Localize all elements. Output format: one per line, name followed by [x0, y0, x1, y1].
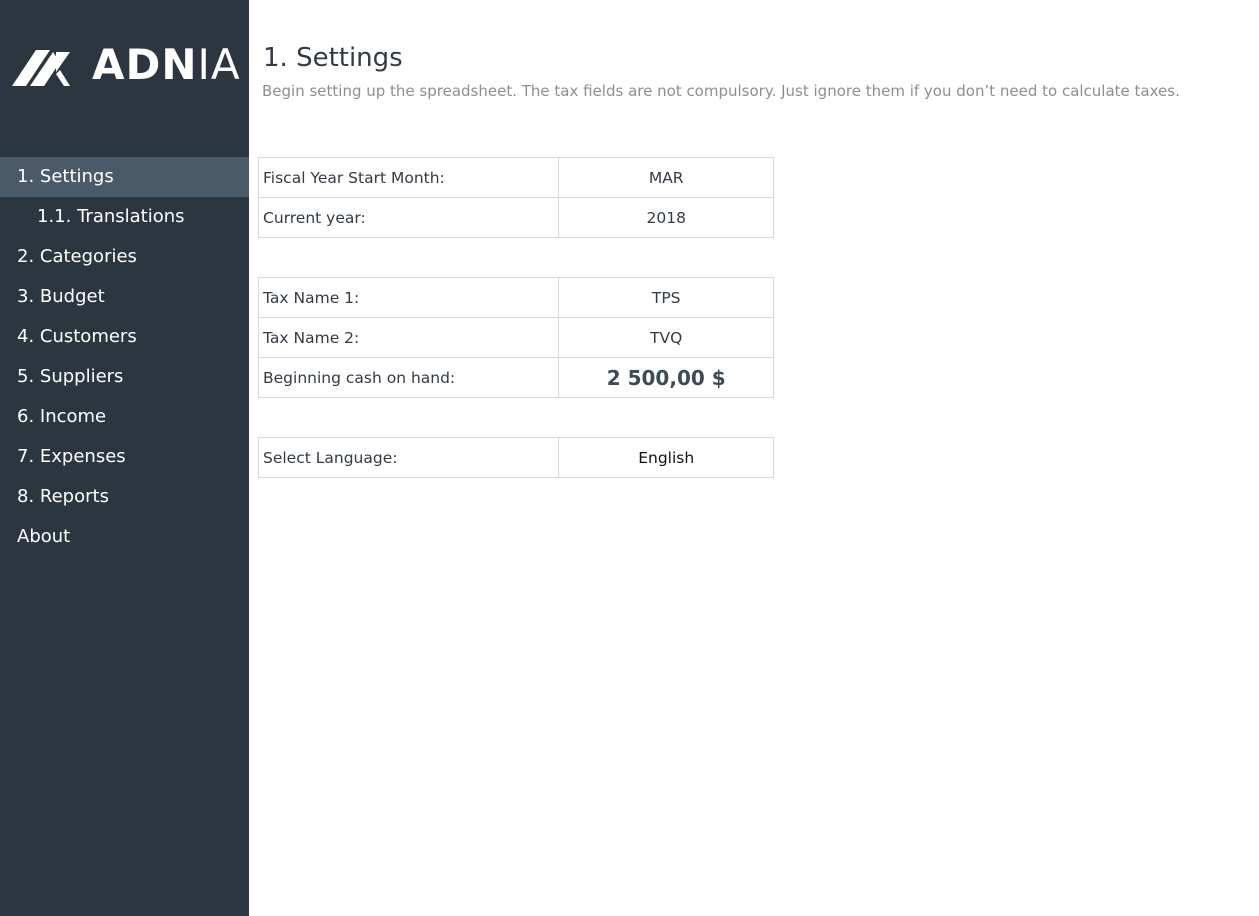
page-description: Begin setting up the spreadsheet. The ta… [262, 82, 1180, 100]
app-window: ADNIA 1. Settings 1.1. Translations 2. C… [0, 0, 1259, 916]
adnia-logo-icon [12, 50, 70, 86]
main-content: 1. Settings Begin setting up the spreads… [249, 0, 1259, 916]
fiscal-settings-table: Fiscal Year Start Month: MAR Current yea… [257, 157, 774, 238]
sidebar-item-about[interactable]: About [0, 517, 249, 557]
sidebar-item-translations[interactable]: 1.1. Translations [0, 197, 249, 237]
sidebar-item-reports[interactable]: 8. Reports [0, 477, 249, 517]
logo-text-light: IA [197, 40, 241, 89]
page-title: 1. Settings [263, 43, 403, 73]
adnia-logo: ADNIA [12, 40, 242, 90]
sidebar-item-customers[interactable]: 4. Customers [0, 317, 249, 357]
language-select-cell[interactable]: English [558, 437, 774, 478]
beginning-cash-label: Beginning cash on hand: [257, 357, 560, 398]
sidebar-item-suppliers[interactable]: 5. Suppliers [0, 357, 249, 397]
beginning-cash-value-cell[interactable]: 2 500,00 $ [558, 357, 774, 398]
tax-settings-table: Tax Name 1: TPS Tax Name 2: TVQ Beginnin… [257, 277, 774, 398]
sidebar-nav: 1. Settings 1.1. Translations 2. Categor… [0, 157, 249, 557]
tax-name-1-label: Tax Name 1: [257, 277, 560, 318]
current-year-row: Current year: 2018 [257, 197, 774, 238]
sidebar-item-categories[interactable]: 2. Categories [0, 237, 249, 277]
sidebar: ADNIA 1. Settings 1.1. Translations 2. C… [0, 0, 249, 916]
beginning-cash-row: Beginning cash on hand: 2 500,00 $ [257, 357, 774, 398]
sidebar-item-settings[interactable]: 1. Settings [0, 157, 249, 197]
language-settings-table: Select Language: English [257, 437, 774, 478]
current-year-value-cell[interactable]: 2018 [558, 197, 774, 238]
language-row: Select Language: English [257, 437, 774, 478]
sidebar-item-expenses[interactable]: 7. Expenses [0, 437, 249, 477]
language-label: Select Language: [257, 437, 560, 478]
tax-name-2-label: Tax Name 2: [257, 317, 560, 358]
sidebar-item-budget[interactable]: 3. Budget [0, 277, 249, 317]
logo-wordmark: ADNIA [92, 40, 241, 90]
current-year-label: Current year: [257, 197, 560, 238]
logo-text-bold: ADN [92, 40, 198, 89]
sidebar-item-income[interactable]: 6. Income [0, 397, 249, 437]
fiscal-year-value-cell[interactable]: MAR [558, 157, 774, 198]
fiscal-year-label: Fiscal Year Start Month: [257, 157, 560, 198]
fiscal-year-row: Fiscal Year Start Month: MAR [257, 157, 774, 198]
tax-name-1-row: Tax Name 1: TPS [257, 277, 774, 318]
tax-name-2-value-cell[interactable]: TVQ [558, 317, 774, 358]
tax-name-1-value-cell[interactable]: TPS [558, 277, 774, 318]
tax-name-2-row: Tax Name 2: TVQ [257, 317, 774, 358]
